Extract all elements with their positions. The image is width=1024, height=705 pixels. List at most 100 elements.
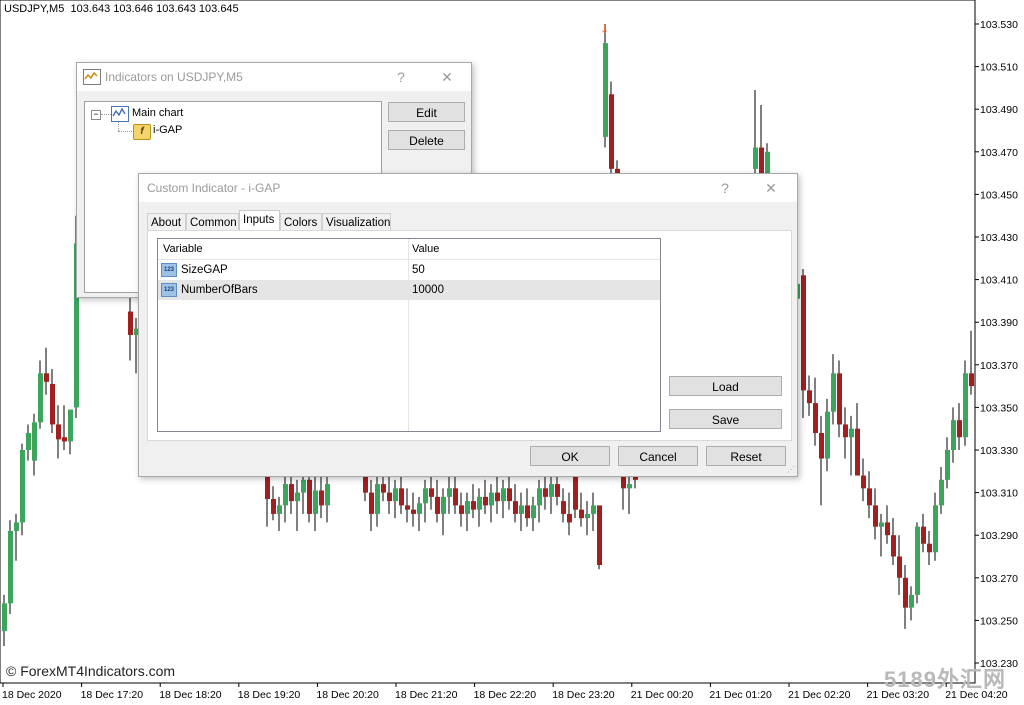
main-chart-icon bbox=[111, 106, 129, 122]
time-label: 21 Dec 00:20 bbox=[631, 689, 694, 701]
candle-up bbox=[585, 513, 590, 519]
close-icon[interactable]: ✕ bbox=[761, 178, 781, 198]
candle-down bbox=[837, 373, 842, 425]
candle-down bbox=[807, 390, 812, 404]
resize-grip-icon[interactable]: ⋰ bbox=[787, 465, 795, 474]
candle-up bbox=[489, 492, 494, 506]
candle-down bbox=[855, 428, 860, 476]
candle-down bbox=[897, 556, 902, 578]
candle-up bbox=[447, 488, 452, 497]
candle-up bbox=[2, 603, 7, 632]
candle-down bbox=[873, 505, 878, 527]
candle-down bbox=[62, 437, 67, 442]
candle-up bbox=[933, 505, 938, 553]
column-header-value[interactable]: Value bbox=[412, 243, 439, 255]
chart-symbol-header: USDJPY,M5 103.643 103.646 103.643 103.64… bbox=[4, 3, 239, 15]
candle-up bbox=[283, 484, 288, 506]
price-label: 103.490 bbox=[980, 104, 1018, 116]
candle-down bbox=[567, 513, 572, 523]
candle-down bbox=[513, 501, 518, 514]
candle-up bbox=[295, 492, 300, 502]
tab-colors[interactable]: Colors bbox=[280, 213, 322, 231]
ohlc-readout: 103.643 103.646 103.643 103.645 bbox=[70, 3, 239, 15]
tree-item-main-chart[interactable]: Main chart bbox=[132, 107, 183, 119]
ok-button[interactable]: OK bbox=[530, 446, 610, 466]
candle-up bbox=[909, 594, 914, 608]
candle-down bbox=[507, 488, 512, 502]
candle-up bbox=[375, 484, 380, 514]
save-button[interactable]: Save bbox=[669, 409, 782, 429]
reset-button[interactable]: Reset bbox=[706, 446, 786, 466]
table-row[interactable]: 123 NumberOfBars 10000 bbox=[158, 280, 660, 300]
candle-up bbox=[32, 422, 37, 461]
custom-indicator-titlebar[interactable]: Custom Indicator - i-GAP ? ✕ bbox=[139, 174, 797, 202]
price-label: 103.390 bbox=[980, 317, 1018, 329]
symbol-label: USDJPY,M5 bbox=[4, 3, 65, 15]
time-label: 18 Dec 2020 bbox=[2, 689, 62, 701]
candle-down bbox=[609, 94, 614, 169]
variable-value[interactable]: 10000 bbox=[412, 284, 444, 296]
candle-up bbox=[313, 490, 318, 514]
tab-inputs[interactable]: Inputs bbox=[239, 210, 280, 232]
candle-down bbox=[319, 490, 324, 506]
inputs-table[interactable]: Variable Value 123 SizeGAP 50 123 Number… bbox=[157, 238, 661, 432]
price-label: 103.430 bbox=[980, 232, 1018, 244]
candle-up bbox=[301, 479, 306, 493]
candle-down bbox=[307, 479, 312, 514]
watermark-left: © ForexMT4Indicators.com bbox=[6, 663, 176, 679]
price-label: 103.470 bbox=[980, 147, 1018, 159]
price-label: 103.450 bbox=[980, 189, 1018, 201]
candle-down bbox=[969, 373, 974, 387]
column-header-variable[interactable]: Variable bbox=[163, 243, 203, 255]
price-label: 103.510 bbox=[980, 62, 1018, 74]
candle-down bbox=[271, 498, 276, 514]
price-label: 103.530 bbox=[980, 19, 1018, 31]
candle-down bbox=[861, 475, 866, 489]
window-app-icon bbox=[83, 69, 101, 85]
help-button[interactable]: ? bbox=[715, 178, 735, 198]
candle-up bbox=[879, 522, 884, 527]
tree-collapse-icon[interactable]: − bbox=[91, 110, 101, 120]
candle-down bbox=[561, 501, 566, 514]
tree-connector bbox=[101, 114, 111, 115]
time-label: 18 Dec 22:20 bbox=[474, 689, 537, 701]
price-label: 103.270 bbox=[980, 573, 1018, 585]
load-button[interactable]: Load bbox=[669, 376, 782, 396]
candle-up bbox=[8, 530, 13, 604]
close-icon[interactable]: ✕ bbox=[437, 67, 457, 87]
candle-down bbox=[50, 383, 55, 425]
candle-down bbox=[435, 496, 440, 514]
time-label: 21 Dec 01:20 bbox=[709, 689, 772, 701]
tab-visualization[interactable]: Visualization bbox=[322, 213, 391, 231]
time-label: 18 Dec 18:20 bbox=[159, 689, 222, 701]
help-button[interactable]: ? bbox=[391, 67, 411, 87]
custom-indicator-window: Custom Indicator - i-GAP ? ✕ About Commo… bbox=[138, 173, 798, 477]
cancel-button[interactable]: Cancel bbox=[618, 446, 698, 466]
tab-about[interactable]: About bbox=[147, 213, 186, 231]
candle-down bbox=[801, 275, 806, 391]
candle-up bbox=[627, 484, 632, 489]
candle-up bbox=[68, 409, 73, 442]
variable-value[interactable]: 50 bbox=[412, 264, 425, 276]
candle-up bbox=[519, 505, 524, 514]
candle-up bbox=[915, 526, 920, 595]
table-row[interactable]: 123 SizeGAP 50 bbox=[158, 260, 660, 280]
price-label: 103.370 bbox=[980, 360, 1018, 372]
indicators-titlebar[interactable]: Indicators on USDJPY,M5 ? ✕ bbox=[77, 63, 471, 91]
candle-up bbox=[477, 496, 482, 510]
tree-connector-child bbox=[118, 131, 132, 132]
tree-item-i-gap[interactable]: i-GAP bbox=[153, 124, 182, 136]
tab-common[interactable]: Common bbox=[186, 213, 239, 231]
candle-up bbox=[465, 501, 470, 514]
candle-up bbox=[20, 450, 25, 523]
table-header: Variable Value bbox=[158, 239, 660, 260]
edit-button[interactable]: Edit bbox=[388, 102, 465, 122]
candle-down bbox=[429, 488, 434, 497]
candle-down bbox=[387, 492, 392, 502]
delete-button[interactable]: Delete bbox=[388, 130, 465, 150]
candle-up bbox=[531, 505, 536, 519]
integer-type-icon: 123 bbox=[161, 283, 177, 297]
gap-arrow-icon: ↓ bbox=[600, 23, 609, 36]
price-label: 103.350 bbox=[980, 402, 1018, 414]
candle-down bbox=[405, 505, 410, 510]
